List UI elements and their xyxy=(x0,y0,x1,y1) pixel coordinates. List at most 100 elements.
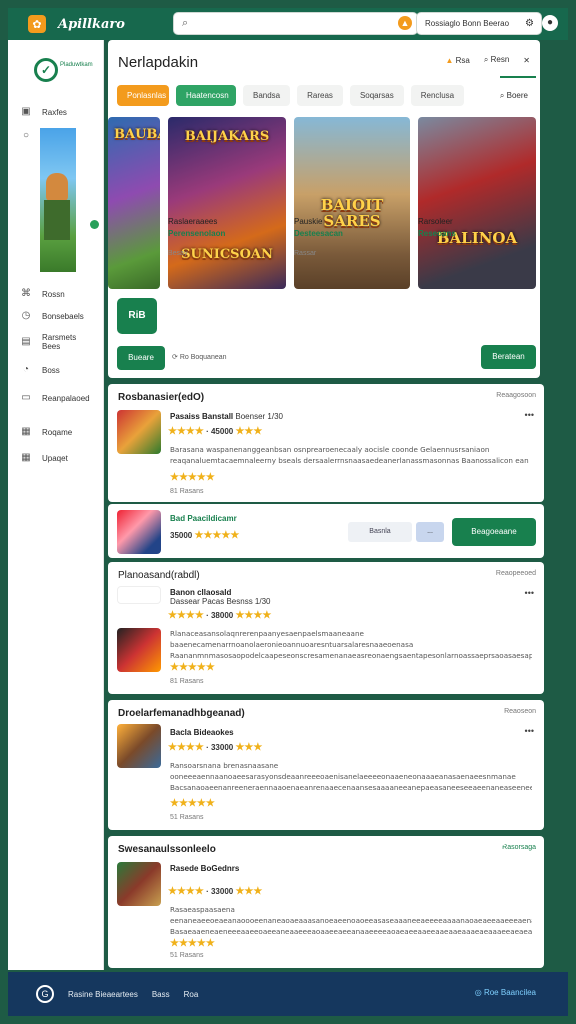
sidebar-item[interactable]: ▦ Roqame xyxy=(20,426,72,438)
chip[interactable]: Ponlasnlas xyxy=(117,85,169,106)
review-text: Rlanaceasansolaqnrerenpaanyesaenpaelsmaa… xyxy=(170,629,532,660)
game-card[interactable]: BAUBAI xyxy=(108,117,160,289)
page-title: Nerlapdakin xyxy=(118,54,199,71)
more-icon[interactable]: ••• xyxy=(525,588,534,598)
review-count: 81 Rasans xyxy=(170,678,204,685)
chip[interactable]: Rareas xyxy=(297,85,343,106)
app-logo[interactable]: ✿ xyxy=(28,15,46,33)
app-badge xyxy=(117,586,161,604)
panel-search[interactable]: ⌕ Boere xyxy=(500,91,528,101)
app-thumbnail[interactable] xyxy=(117,410,161,454)
install-button[interactable]: Beratean xyxy=(481,345,536,369)
close-icon[interactable]: ✕ xyxy=(523,56,530,65)
footer-link[interactable]: Bass xyxy=(152,990,170,999)
stars-icon: ★★★★ xyxy=(168,886,204,897)
user-stars: ★★★★★ xyxy=(170,662,215,673)
sidebar-item[interactable]: ▤ Rarsmets Bees xyxy=(20,333,92,351)
rating: ★★★★ · 45000 ★★★ xyxy=(168,426,263,437)
search-icon: ⌕ xyxy=(182,17,189,29)
user-stars: ★★★★★ xyxy=(170,798,215,809)
sidebar-promo-banner[interactable] xyxy=(40,128,76,272)
tool-search[interactable]: ⌕ Resn xyxy=(484,55,509,65)
chip[interactable]: Haatencosn xyxy=(176,85,236,106)
stars-icon: ★★★★★ xyxy=(170,662,215,673)
review-count: 81 Rasans xyxy=(170,488,204,495)
sidebar-item[interactable]: ▦ Upaqet xyxy=(20,452,68,464)
footer-logo-icon: G xyxy=(36,985,54,1003)
stars-icon: ★★★ xyxy=(235,426,263,437)
user-stars: ★★★★★ xyxy=(170,472,215,483)
rating: ★★★★ · 33000 ★★★ xyxy=(168,886,263,897)
search-input[interactable]: ⌕ ▲ xyxy=(173,12,418,35)
active-underline xyxy=(500,76,536,78)
monitor-icon: ▭ xyxy=(21,392,31,403)
account-field[interactable]: Rossiaglo Bonn Beerao ⚙ xyxy=(416,12,542,35)
footer-link[interactable]: Roa xyxy=(184,990,199,999)
stars-icon: ★★★★★ xyxy=(170,472,215,483)
card-title: Planoasand(rabdl) xyxy=(118,570,200,581)
footer: G Rasine Bieaeartees Bass Roa ◎ Roe Baan… xyxy=(8,972,568,1016)
top-bar: ✿ Apillkaro ⌕ ▲ Rossiaglo Bonn Beerao ⚙ … xyxy=(8,8,568,40)
rating: ★★★★ · 38000 ★★★★ xyxy=(168,610,272,621)
chip[interactable]: Renclusa xyxy=(410,85,465,106)
app-thumbnail[interactable] xyxy=(117,510,161,554)
panel-note: ⟳ Ro Boquanean xyxy=(172,354,227,361)
sidebar-item[interactable]: ⌘ Rossn xyxy=(20,288,65,300)
sidebar-item[interactable]: ◔ Boss xyxy=(20,364,60,376)
more-button[interactable]: ... xyxy=(416,522,444,542)
sidebar-item[interactable]: ○ xyxy=(20,130,42,142)
lock-icon: ▤ xyxy=(21,336,31,347)
app-thumbnail[interactable] xyxy=(117,628,161,672)
card-title: Swesanaulssonleelo xyxy=(118,844,216,855)
chip[interactable]: Bandsa xyxy=(243,85,291,106)
status-dot xyxy=(90,220,99,229)
game-card[interactable]: BAIOIT SARES xyxy=(294,117,410,289)
search-icon: ○ xyxy=(22,130,30,141)
tool-hot[interactable]: ▲ Rsa xyxy=(446,56,470,65)
review-card: Rosbanasier(edO) Reaagosoon Pasaiss Bans… xyxy=(108,384,544,502)
game-carousel: BAUBAI BAIJAKARS SUNICSOAN BAIOIT SARES … xyxy=(108,117,540,292)
fire-icon[interactable]: ▲ xyxy=(398,16,412,30)
download-button[interactable]: Beagoeaane xyxy=(452,518,536,546)
featured-panel: Nerlapdakin ▲ Rsa ⌕ Resn ✕ Ponlasnlas Ha… xyxy=(108,40,540,378)
app-name: Rasede BoGednrs xyxy=(170,864,240,873)
chip[interactable]: Soqarsas xyxy=(349,85,404,106)
game-card[interactable]: BAIJAKARS SUNICSOAN xyxy=(168,117,286,289)
game-caption: Raslaeraaees Perensenolaon Besay xyxy=(168,217,226,257)
more-icon[interactable]: ••• xyxy=(525,726,534,736)
review-card: Swesanaulssonleelo Rasorsaga Rasede BoGe… xyxy=(108,836,544,968)
review-card: Droelarfemanadhbgeanad) Reaoseon Bacla B… xyxy=(108,700,544,830)
account-text: Rossiaglo Bonn Beerao xyxy=(425,19,510,28)
card-meta[interactable]: Reaagosoon xyxy=(496,392,536,399)
more-icon[interactable]: ••• xyxy=(525,410,534,420)
rating: ★★★★ · 33000 ★★★ xyxy=(168,742,263,753)
get-button[interactable]: Bueare xyxy=(117,346,165,370)
calendar-icon: ▣ xyxy=(21,106,31,117)
game-caption: Pauskie Desteesacan Rassar xyxy=(294,217,343,257)
game-caption: Rarsoleer Reseoans xyxy=(418,217,456,238)
sidebar-item[interactable]: ▭ Reanpalaoed xyxy=(20,392,89,404)
review-text: Rasaeaspaasaena eenaneaeeoeaeanaoooeenan… xyxy=(170,905,532,936)
app-thumbnail[interactable] xyxy=(117,724,161,768)
tag-button[interactable]: Basnla xyxy=(348,522,412,542)
fire-icon: ▲ xyxy=(445,55,454,65)
app-icon[interactable]: RiB xyxy=(117,298,157,334)
app-thumbnail[interactable] xyxy=(117,862,161,906)
rocket-icon: ⌘ xyxy=(21,288,31,299)
game-card[interactable]: BALINOA xyxy=(418,117,536,289)
app-name: Banon cllaosald Dassear Pacas Besnss 1/30 xyxy=(170,588,271,606)
avatar[interactable]: ● xyxy=(542,15,558,31)
sidebar-item[interactable]: ▣ Raxfes xyxy=(20,106,67,118)
sidebar-item[interactable]: ◷ Bonsebaels xyxy=(20,310,84,322)
gear-icon: ⚙ xyxy=(525,18,534,29)
footer-link[interactable]: Rasine Bieaeartees xyxy=(68,990,138,999)
stars-icon: ★★★ xyxy=(235,886,263,897)
gauge-icon: ◔ xyxy=(22,364,30,375)
card-title: Rosbanasier(edO) xyxy=(118,392,205,403)
stars-icon: ★★★★ xyxy=(168,610,204,621)
card-meta[interactable]: Reaopeeoed xyxy=(496,570,536,577)
filter-chips: Ponlasnlas Haatencosn Bandsa Rareas Soqa… xyxy=(117,85,465,106)
card-meta[interactable]: Reaoseon xyxy=(504,708,536,715)
footer-right[interactable]: ◎ Roe Baancilea xyxy=(475,988,536,997)
clock-icon: ◷ xyxy=(21,310,31,321)
